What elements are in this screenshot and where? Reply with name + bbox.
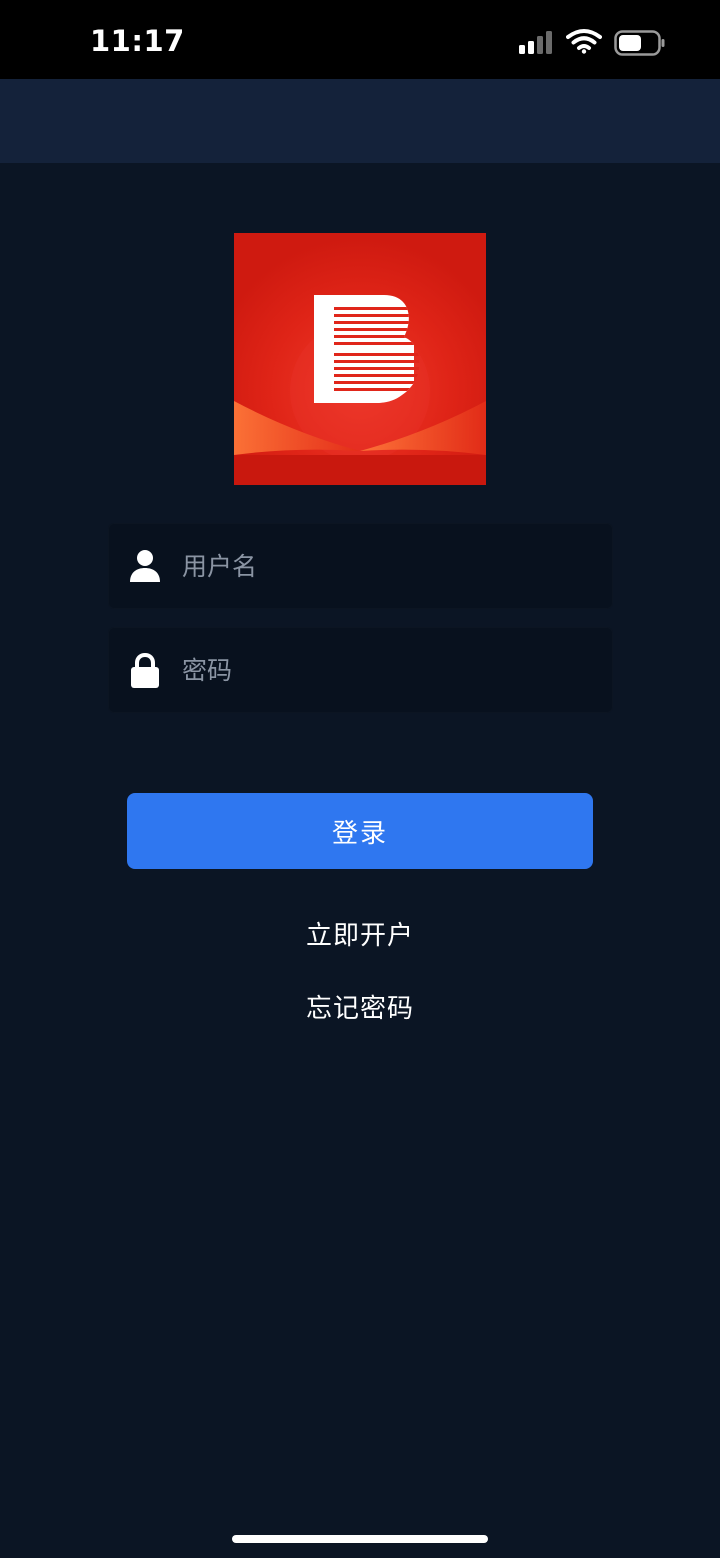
battery-icon bbox=[614, 30, 665, 56]
wifi-icon bbox=[566, 29, 602, 54]
status-bar: 11:17 bbox=[0, 0, 720, 79]
forgot-password-link[interactable]: 忘记密码 bbox=[0, 988, 720, 1025]
nav-bar bbox=[0, 79, 720, 163]
status-time: 11:17 bbox=[90, 24, 185, 58]
home-indicator[interactable] bbox=[232, 1535, 488, 1543]
password-input[interactable] bbox=[180, 627, 602, 713]
username-input[interactable] bbox=[180, 523, 602, 609]
brand-logo bbox=[234, 233, 486, 485]
username-row[interactable] bbox=[108, 523, 613, 609]
signal-icon bbox=[519, 31, 552, 54]
user-icon bbox=[130, 550, 160, 582]
open-account-link[interactable]: 立即开户 bbox=[0, 915, 720, 952]
login-button[interactable]: 登录 bbox=[127, 793, 593, 869]
password-row[interactable] bbox=[108, 627, 613, 713]
lock-icon bbox=[131, 652, 159, 688]
